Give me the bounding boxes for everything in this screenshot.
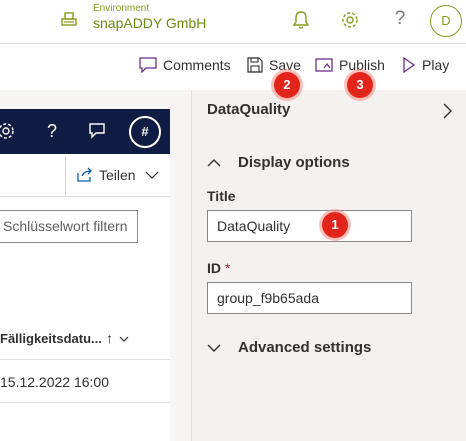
share-label: Teilen xyxy=(99,167,136,183)
chevron-down-icon xyxy=(145,171,159,179)
sort-ascending-icon[interactable]: ↑ xyxy=(106,330,129,346)
environment-name[interactable]: snapADDY GmbH xyxy=(93,15,206,31)
comments-button[interactable]: Comments xyxy=(139,57,231,73)
id-field-label: ID * xyxy=(207,260,230,276)
step-badge-2: 2 xyxy=(274,72,300,98)
divider xyxy=(0,196,170,197)
id-label-text: ID xyxy=(207,260,221,276)
share-button[interactable]: Teilen xyxy=(76,167,159,183)
required-mark: * xyxy=(224,260,231,276)
bell-icon[interactable] xyxy=(290,9,312,31)
app-preview xyxy=(0,109,170,441)
publish-label: Publish xyxy=(339,57,385,73)
display-options-label: Display options xyxy=(238,154,350,171)
play-button[interactable]: Play xyxy=(402,57,449,73)
gear-icon[interactable] xyxy=(339,9,361,31)
table-row-divider xyxy=(0,402,170,403)
properties-panel xyxy=(191,90,466,441)
chevron-up-icon xyxy=(207,158,221,166)
help-icon[interactable]: ? xyxy=(42,121,62,141)
comments-label: Comments xyxy=(163,57,231,73)
chevron-down-icon xyxy=(119,336,129,342)
feedback-icon[interactable] xyxy=(87,121,107,141)
panel-title: DataQuality xyxy=(207,101,291,118)
table-header-divider xyxy=(0,359,170,360)
sort-arrow: ↑ xyxy=(106,330,113,346)
command-bar xyxy=(0,44,466,90)
save-label: Save xyxy=(269,57,301,73)
step-badge-1: 1 xyxy=(322,212,348,238)
chevron-right-icon[interactable] xyxy=(441,103,453,119)
display-options-toggle[interactable]: Display options xyxy=(207,154,350,171)
toolbar-divider xyxy=(65,157,66,195)
comment-icon xyxy=(139,57,157,73)
due-date-column-header[interactable]: Fälligkeitsdatu... xyxy=(0,331,102,346)
advanced-settings-toggle[interactable]: Advanced settings xyxy=(207,339,371,356)
share-icon xyxy=(77,167,92,182)
environment-label: Environment xyxy=(93,3,150,14)
title-field-label: Title xyxy=(207,188,236,204)
settings-icon[interactable] xyxy=(0,121,16,141)
keyword-filter-input[interactable]: Schlüsselwort filtern xyxy=(0,210,138,243)
help-icon[interactable]: ? xyxy=(389,8,411,30)
save-icon xyxy=(247,57,263,73)
team-channel-button[interactable]: # xyxy=(129,116,161,148)
play-icon xyxy=(403,57,416,73)
table-row[interactable]: 15.12.2022 16:00 xyxy=(0,374,109,390)
play-label: Play xyxy=(422,57,450,73)
id-input[interactable]: group_f9b65ada xyxy=(207,282,412,314)
chevron-down-icon xyxy=(207,344,221,352)
avatar[interactable]: D xyxy=(430,5,462,37)
save-button[interactable]: Save xyxy=(247,57,301,73)
advanced-settings-label: Advanced settings xyxy=(238,339,372,356)
environment-icon xyxy=(61,12,77,26)
title-input[interactable]: DataQuality xyxy=(207,210,412,242)
publish-icon xyxy=(315,58,333,72)
publish-button[interactable]: Publish xyxy=(315,57,385,73)
step-badge-3: 3 xyxy=(347,72,373,98)
